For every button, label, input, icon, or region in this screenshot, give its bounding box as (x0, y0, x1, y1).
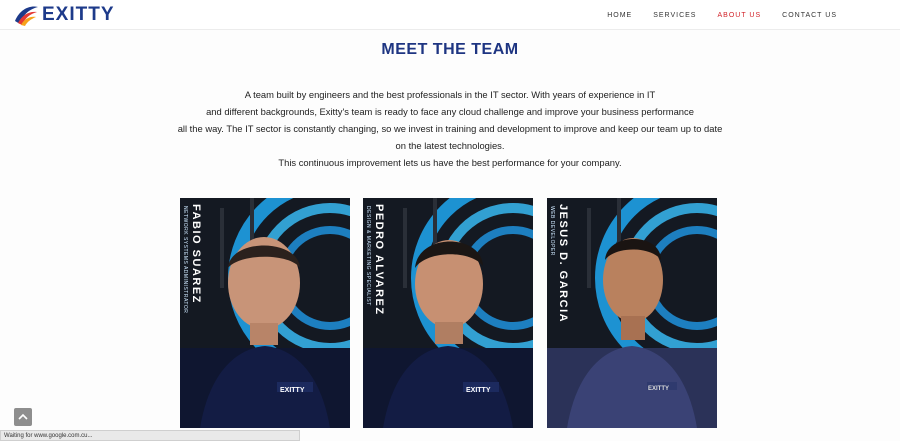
team-card-pedro[interactable]: PEDRO ALVAREZ DESIGN & MARKETING SPECIAL… (363, 198, 533, 428)
swoosh-logo-icon (15, 6, 38, 26)
browser-status-bar: Waiting for www.google.com.cu... (0, 430, 300, 441)
brand-name: EXITTY (42, 4, 115, 25)
team-card-fabio[interactable]: FABIO SUAREZ NETWORK SYSTEMS ADMINISTRAT… (180, 198, 350, 428)
nav-contact-us[interactable]: CONTACT US (782, 12, 837, 19)
member-name: FABIO SUAREZ (190, 204, 202, 304)
scroll-to-top-button[interactable] (14, 408, 32, 426)
chevron-up-icon (18, 413, 28, 420)
shirt-logo: EXITTY (280, 387, 305, 394)
team-photo (363, 198, 533, 428)
member-role: DESIGN & MARKETING SPECIALIST (365, 206, 371, 306)
brand-logo[interactable]: EXITTY (12, 2, 115, 28)
team-card-jesus[interactable]: JESUS D. GARCIA WEB DEVELOPER EXITTY (547, 198, 717, 428)
member-name: PEDRO ALVAREZ (373, 204, 385, 316)
intro-line: all the way. The IT sector is constantly… (177, 123, 723, 134)
intro-line: A team built by engineers and the best p… (244, 89, 656, 100)
nav-about-us[interactable]: ABOUT US (717, 12, 761, 19)
status-text: Waiting for www.google.com.cu... (4, 433, 93, 439)
intro-text: A team built by engineers and the best p… (170, 86, 730, 171)
intro-line: This continuous improvement lets us have… (278, 157, 622, 168)
nav-home[interactable]: HOME (607, 12, 632, 19)
member-name: JESUS D. GARCIA (557, 204, 569, 324)
nav-services[interactable]: SERVICES (653, 12, 696, 19)
main-nav: HOME SERVICES ABOUT US CONTACT US (607, 0, 837, 30)
shirt-logo: EXITTY (466, 387, 491, 394)
team-photo (180, 198, 350, 428)
team-section: MEET THE TEAM A team built by engineers … (0, 30, 900, 441)
intro-line: and different backgrounds, Exitty's team… (206, 106, 694, 117)
member-role: NETWORK SYSTEMS ADMINISTRATOR (182, 206, 188, 314)
shirt-logo: EXITTY (648, 386, 670, 392)
site-header: EXITTY HOME SERVICES ABOUT US CONTACT US (0, 0, 900, 30)
member-role: WEB DEVELOPER (549, 206, 555, 256)
intro-line: on the latest technologies. (395, 140, 505, 151)
team-photo (547, 198, 717, 428)
page-title: MEET THE TEAM (381, 41, 519, 58)
